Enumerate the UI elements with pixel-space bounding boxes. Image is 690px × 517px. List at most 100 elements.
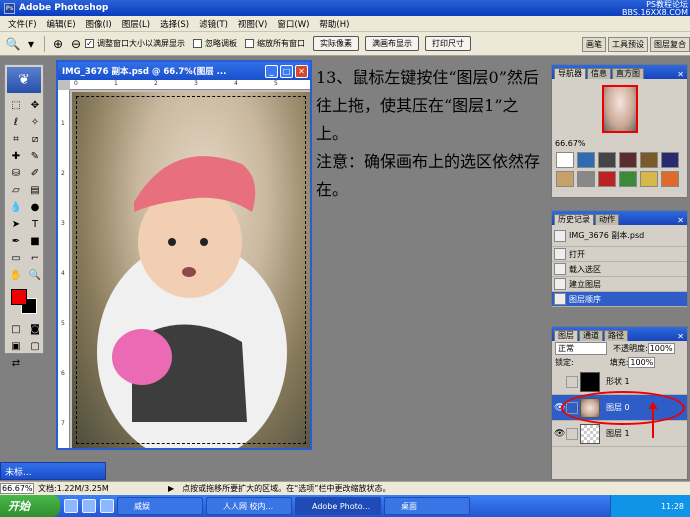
print-size-button[interactable]: 打印尺寸 bbox=[425, 36, 471, 51]
quickmask-icon[interactable]: ◙ bbox=[26, 321, 44, 337]
minimize-icon[interactable]: _ bbox=[265, 64, 278, 78]
tab-history[interactable]: 历史记录 bbox=[554, 214, 594, 225]
navigator-thumbnail[interactable] bbox=[601, 85, 638, 133]
style-swatch[interactable] bbox=[661, 171, 679, 187]
ignore-palettes-checkbox[interactable]: 忽略调板 bbox=[193, 38, 237, 49]
tab-info[interactable]: 信息 bbox=[587, 68, 611, 79]
clock[interactable]: 11:28 bbox=[661, 502, 684, 511]
quicklaunch-icon[interactable] bbox=[100, 499, 114, 513]
menu-file[interactable]: 文件(F) bbox=[3, 18, 42, 30]
history-brush-icon[interactable]: ✐ bbox=[26, 165, 44, 181]
history-item[interactable]: 载入选区 bbox=[552, 262, 687, 277]
history-item[interactable]: 打开 bbox=[552, 247, 687, 262]
screen-mode-icon[interactable]: ▣ bbox=[7, 338, 25, 354]
taskbar-item[interactable]: 桌面 bbox=[384, 497, 470, 515]
menu-filter[interactable]: 滤镜(T) bbox=[194, 18, 233, 30]
close-icon[interactable]: ✕ bbox=[677, 70, 684, 79]
foreground-color[interactable] bbox=[11, 289, 27, 305]
crop-icon[interactable]: ⌗ bbox=[7, 131, 25, 147]
zoom-in-icon[interactable]: ⊕ bbox=[49, 35, 67, 53]
eyedropper-icon[interactable]: ⌐ bbox=[26, 250, 44, 266]
standard-mode-icon[interactable]: □ bbox=[7, 321, 25, 337]
slice-icon[interactable]: ⧄ bbox=[26, 131, 44, 147]
taskbar-item-active[interactable]: Adobe Photo... bbox=[295, 497, 381, 515]
start-button[interactable]: 开始 bbox=[0, 495, 60, 517]
document-title-bar[interactable]: IMG_3676 副本.psd @ 66.7%(图层 ... _ □ ✕ bbox=[58, 62, 310, 80]
style-swatch[interactable] bbox=[640, 171, 658, 187]
tab-layers[interactable]: 图层 bbox=[554, 330, 578, 341]
eraser-icon[interactable]: ▱ bbox=[7, 182, 25, 198]
menu-help[interactable]: 帮助(H) bbox=[314, 18, 354, 30]
style-swatch[interactable] bbox=[619, 152, 637, 168]
close-icon[interactable]: ✕ bbox=[677, 332, 684, 341]
play-icon[interactable]: ▶ bbox=[168, 484, 174, 493]
history-item-active[interactable]: 图层顺序 bbox=[552, 292, 687, 307]
shape-icon[interactable]: ■ bbox=[26, 233, 44, 249]
tab-navigator[interactable]: 导航器 bbox=[554, 68, 586, 79]
marquee-icon[interactable]: ⬚ bbox=[7, 97, 25, 113]
zoom-tool-icon[interactable]: 🔍 bbox=[26, 267, 44, 283]
jump-to-imageready-icon[interactable]: ⇄ bbox=[7, 355, 25, 371]
zoom-all-windows-checkbox[interactable]: 缩放所有窗口 bbox=[245, 38, 305, 49]
brush-icon[interactable]: ✎ bbox=[26, 148, 44, 164]
blend-mode-select[interactable]: 正常 bbox=[555, 341, 607, 355]
lasso-icon[interactable]: ℓ bbox=[7, 114, 25, 130]
style-swatch[interactable] bbox=[556, 152, 574, 168]
zoom-dropdown-icon[interactable]: ▾ bbox=[22, 35, 40, 53]
close-icon[interactable]: ✕ bbox=[295, 64, 308, 78]
eye-icon[interactable]: 👁 bbox=[554, 429, 566, 439]
healing-icon[interactable]: ✚ bbox=[7, 148, 25, 164]
tab-channels[interactable]: 通道 bbox=[579, 330, 603, 341]
menu-edit[interactable]: 编辑(E) bbox=[42, 18, 81, 30]
menu-window[interactable]: 窗口(W) bbox=[272, 18, 314, 30]
stamp-icon[interactable]: ⛁ bbox=[7, 165, 25, 181]
taskbar-item[interactable]: 威娱 bbox=[117, 497, 203, 515]
dodge-icon[interactable]: ● bbox=[26, 199, 44, 215]
move-icon[interactable]: ✥ bbox=[26, 97, 44, 113]
quicklaunch-icon[interactable] bbox=[82, 499, 96, 513]
magnifier-icon[interactable]: 🔍 bbox=[4, 35, 22, 53]
hand-icon[interactable]: ✋ bbox=[7, 267, 25, 283]
maximize-icon[interactable]: □ bbox=[280, 64, 293, 78]
gradient-icon[interactable]: ▤ bbox=[26, 182, 44, 198]
notes-icon[interactable]: ▭ bbox=[7, 250, 25, 266]
menu-image[interactable]: 图像(I) bbox=[81, 18, 117, 30]
opacity-field[interactable]: 100% bbox=[647, 342, 675, 354]
pen-icon[interactable]: ✒ bbox=[7, 233, 25, 249]
menu-select[interactable]: 选择(S) bbox=[155, 18, 194, 30]
color-swatches[interactable] bbox=[7, 287, 41, 317]
blur-icon[interactable]: 💧 bbox=[7, 199, 25, 215]
tab-paths[interactable]: 路径 bbox=[604, 330, 628, 341]
resize-window-checkbox[interactable]: ✓ 调整窗口大小以满屏显示 bbox=[85, 38, 185, 49]
zoom-out-icon[interactable]: ⊖ bbox=[67, 35, 85, 53]
fill-field[interactable]: 100% bbox=[628, 356, 656, 368]
status-zoom-field[interactable]: 66.67% bbox=[0, 483, 34, 494]
history-snapshot[interactable]: IMG_3676 副本.psd bbox=[552, 225, 687, 247]
style-swatch[interactable] bbox=[556, 171, 574, 187]
style-swatch[interactable] bbox=[577, 152, 595, 168]
menu-layer[interactable]: 图层(L) bbox=[117, 18, 155, 30]
path-select-icon[interactable]: ➤ bbox=[7, 216, 25, 232]
type-icon[interactable]: T bbox=[26, 216, 44, 232]
taskbar-item[interactable]: 人人网 校内... bbox=[206, 497, 292, 515]
style-swatch[interactable] bbox=[598, 171, 616, 187]
magic-wand-icon[interactable]: ✧ bbox=[26, 114, 44, 130]
canvas-photo[interactable] bbox=[72, 92, 310, 448]
style-swatch[interactable] bbox=[619, 171, 637, 187]
style-swatch[interactable] bbox=[577, 171, 595, 187]
minimized-document[interactable]: 未标... bbox=[0, 462, 106, 480]
well-tab-tool-presets[interactable]: 工具预设 bbox=[608, 36, 648, 52]
quicklaunch-icon[interactable] bbox=[64, 499, 78, 513]
style-swatch[interactable] bbox=[640, 152, 658, 168]
tab-histogram[interactable]: 直方图 bbox=[612, 68, 644, 79]
close-icon[interactable]: ✕ bbox=[677, 216, 684, 225]
fit-screen-button[interactable]: 满画布显示 bbox=[365, 36, 419, 51]
well-tab-brushes[interactable]: 画笔 bbox=[582, 36, 606, 52]
well-tab-layer-comps[interactable]: 图层复合 bbox=[650, 36, 690, 52]
menu-view[interactable]: 视图(V) bbox=[233, 18, 272, 30]
style-swatch[interactable] bbox=[598, 152, 616, 168]
history-item[interactable]: 建立图层 bbox=[552, 277, 687, 292]
tab-actions[interactable]: 动作 bbox=[595, 214, 619, 225]
fullscreen-icon[interactable]: ▢ bbox=[26, 338, 44, 354]
style-swatch[interactable] bbox=[661, 152, 679, 168]
